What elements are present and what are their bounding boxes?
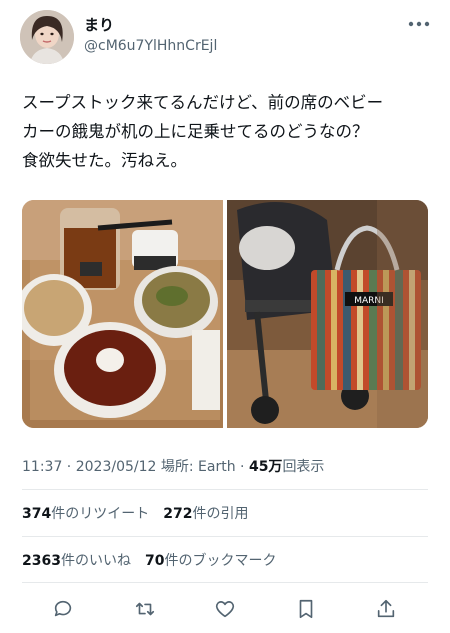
- quotes-count: 272: [163, 506, 193, 522]
- bookmarks-count: 70: [144, 553, 165, 569]
- action-bar: [0, 594, 450, 624]
- more-icon[interactable]: [408, 12, 430, 31]
- stats-row-shares: 374件のリツイート 272件の引用: [22, 503, 248, 523]
- tweet-meta: 11:37 · 2023/05/12 場所: Earth · 45万回表示: [22, 456, 324, 476]
- user-handle[interactable]: @cM6u7YlHhnCrEjl: [84, 38, 217, 54]
- retweets-stat[interactable]: 374件のリツイート: [22, 506, 149, 522]
- tweet-date: 2023/05/12: [75, 459, 157, 475]
- likes-count: 2363: [22, 553, 61, 569]
- soup-stock-meal-photo[interactable]: [22, 200, 223, 428]
- likes-label: 件のいいね: [60, 553, 131, 569]
- bookmark-icon[interactable]: [291, 594, 321, 624]
- retweets-count: 374: [22, 506, 52, 522]
- likes-stat[interactable]: 2363件のいいね: [22, 553, 131, 569]
- share-icon[interactable]: [371, 594, 401, 624]
- tweet-text-line: カーの餓鬼が机の上に足乗せてるのどうなの？: [22, 122, 369, 141]
- bookmarks-label: 件のブックマーク: [164, 553, 277, 569]
- views-count[interactable]: 45万: [249, 459, 282, 475]
- display-name[interactable]: まり: [84, 14, 114, 35]
- meta-separator: ·: [235, 459, 249, 475]
- views-label[interactable]: 回表示: [282, 459, 324, 475]
- tweet-time: 11:37: [22, 459, 63, 475]
- tweet-location: 場所: Earth: [156, 459, 236, 475]
- avatar[interactable]: [20, 10, 74, 64]
- tweet-text-line: 食欲失せた。汚ねえ。: [22, 151, 187, 170]
- divider: [22, 489, 428, 490]
- stats-row-likes: 2363件のいいね 70件のブックマーク: [22, 550, 276, 570]
- retweets-label: 件のリツイート: [51, 506, 150, 522]
- tweet-header: まり @cM6u7YlHhnCrEjl: [0, 0, 450, 80]
- like-icon[interactable]: [210, 594, 240, 624]
- divider: [22, 582, 428, 583]
- reply-icon[interactable]: [48, 594, 78, 624]
- divider: [22, 536, 428, 537]
- meta-separator: ·: [62, 459, 76, 475]
- tweet-text: スープストック来てるんだけど、前の席のベビー カーの餓鬼が机の上に足乗せてるのど…: [22, 88, 432, 175]
- retweet-icon[interactable]: [130, 594, 160, 624]
- tweet-text-line: スープストック来てるんだけど、前の席のベビー: [22, 93, 384, 112]
- quotes-label: 件の引用: [192, 506, 249, 522]
- quotes-stat[interactable]: 272件の引用: [163, 506, 248, 522]
- media-grid: MARNI: [22, 200, 428, 428]
- stroller-with-bag-photo[interactable]: MARNI: [227, 200, 428, 428]
- bookmarks-stat[interactable]: 70件のブックマーク: [145, 553, 276, 569]
